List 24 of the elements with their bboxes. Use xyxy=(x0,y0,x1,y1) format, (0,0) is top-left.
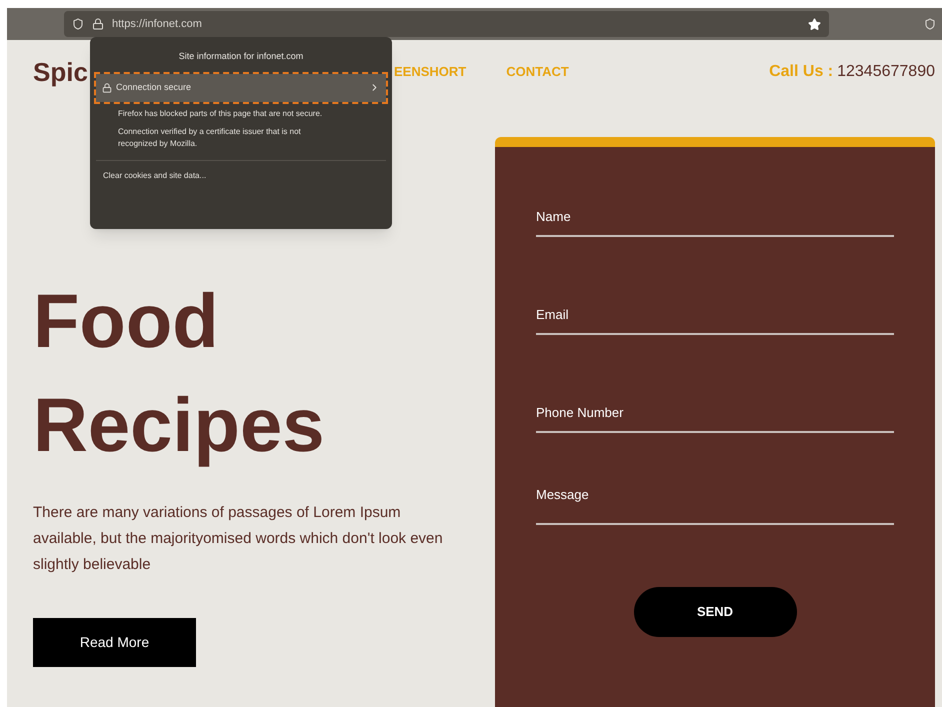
site-logo[interactable]: Spic xyxy=(33,52,88,92)
bookmark-star-icon[interactable] xyxy=(808,18,821,30)
text-field[interactable]: Phone Number xyxy=(536,393,894,433)
connection-secure-item[interactable]: Connection secure xyxy=(96,74,386,102)
phone-number: 12345677890 xyxy=(837,62,935,82)
clear-cookies-link[interactable]: Clear cookies and site data... xyxy=(103,170,386,182)
read-more-button[interactable]: Read More xyxy=(33,618,196,667)
hero-heading-line: Food xyxy=(33,278,220,366)
popup-note: Firefox has blocked parts of this page that are not secure. xyxy=(118,108,324,120)
shield-icon[interactable] xyxy=(924,18,936,30)
message-field[interactable]: Message xyxy=(536,485,894,525)
popup-title: Site information for infonet.com xyxy=(178,50,304,63)
url-text: https://infonet.com xyxy=(112,16,202,32)
shield-icon[interactable] xyxy=(72,18,84,30)
text-field[interactable]: Name xyxy=(536,197,894,237)
text-field[interactable]: Email xyxy=(536,295,894,335)
send-button[interactable]: SEND xyxy=(634,587,796,637)
hero-heading-line: Recipes xyxy=(33,382,326,470)
popup-note: Connection verified by a certificate issuer that is not recognized by Mozilla. xyxy=(118,126,302,150)
hero-text: There are many variations of passages of Lorem Ipsum available, but the majorityomised words which don't look even slightly believable xyxy=(33,503,444,575)
lock-icon[interactable] xyxy=(92,18,104,30)
address-bar[interactable]: https://infonet.com xyxy=(64,11,829,37)
lock-icon xyxy=(102,82,112,92)
call-us-label: Call Us : xyxy=(769,62,834,82)
